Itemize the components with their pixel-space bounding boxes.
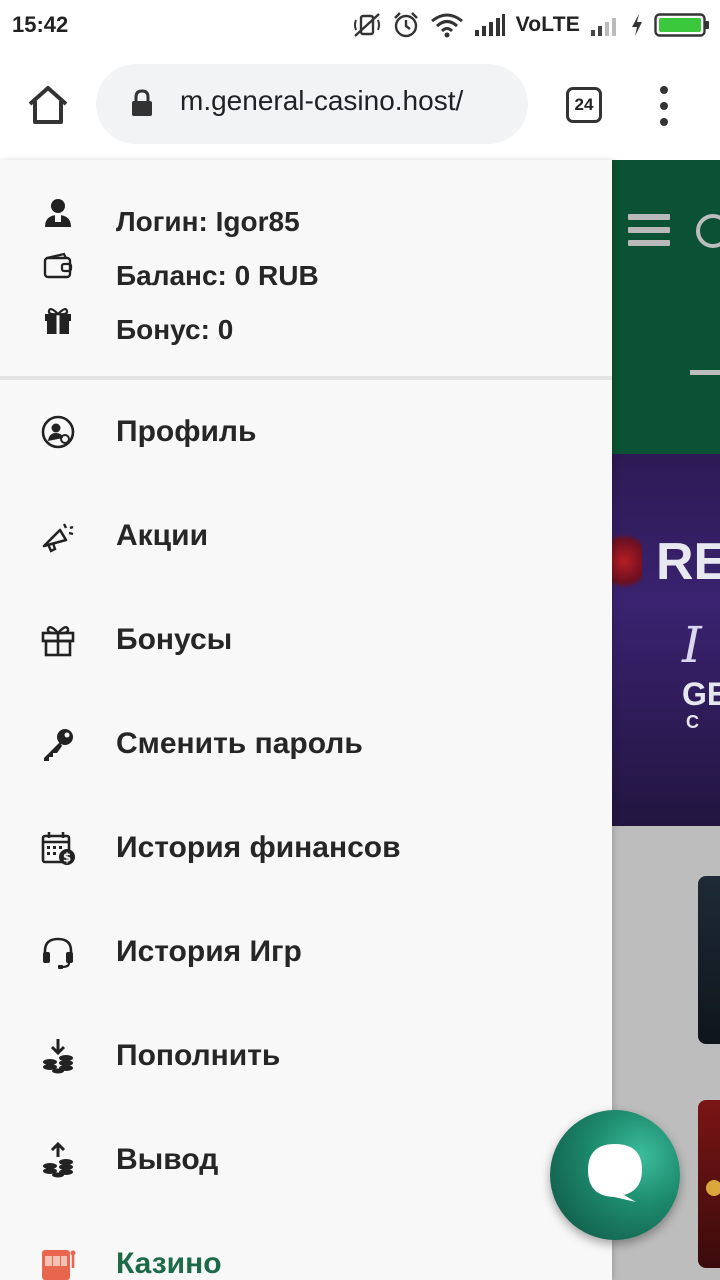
menu-label: Профиль: [116, 415, 257, 448]
signal-weak-icon: [591, 18, 616, 36]
menu-label: Вывод: [116, 1143, 219, 1176]
battery-icon: [654, 13, 709, 37]
charging-icon: [632, 14, 642, 36]
status-time: 15:42: [12, 12, 69, 37]
coins-withdraw-icon: [43, 1142, 73, 1178]
menu-label: История Игр: [116, 935, 302, 968]
site-header: [612, 160, 720, 454]
menu-item-promotions[interactable]: Акции: [0, 484, 612, 588]
tabs-button[interactable]: 24: [566, 87, 602, 123]
home-button[interactable]: [22, 80, 74, 132]
profile-icon: [41, 415, 75, 449]
menu-label: Пополнить: [116, 1039, 281, 1072]
banner-text: RE: [656, 533, 720, 591]
menu-item-withdraw[interactable]: Вывод: [0, 1108, 612, 1212]
account-balance: Баланс: 0 RUB: [0, 240, 612, 294]
menu-item-deposit[interactable]: Пополнить: [0, 1004, 612, 1108]
search-icon[interactable]: [696, 214, 720, 248]
more-icon: [660, 86, 668, 126]
menu-label: Сменить пароль: [116, 727, 363, 760]
banner-logo-subtext: C: [686, 712, 699, 732]
balance-label: Баланс: 0 RUB: [116, 260, 319, 291]
account-bonus: Бонус: 0: [0, 294, 612, 348]
game-card[interactable]: [698, 1100, 720, 1268]
address-bar[interactable]: m.general-casino.host/: [96, 64, 528, 144]
home-icon: [28, 86, 68, 124]
signal-icon: [474, 14, 505, 36]
menu-label: Акции: [116, 519, 209, 552]
wifi-icon: [430, 13, 463, 38]
account-login: Логин: Igor85: [0, 186, 612, 240]
menu-item-change-password[interactable]: Сменить пароль: [0, 692, 612, 796]
login-label: Логин: Igor85: [116, 206, 300, 237]
menu-item-finance-history[interactable]: $ История финансов: [0, 796, 612, 900]
promo-banner[interactable]: RE I GE C: [612, 454, 720, 826]
wallet-icon: [43, 252, 73, 279]
menu-item-casino[interactable]: Казино: [0, 1212, 612, 1280]
menu-item-profile[interactable]: Профиль: [0, 380, 612, 484]
user-icon: [45, 199, 71, 227]
banner-logo-text: GE: [682, 676, 720, 712]
coins-deposit-icon: [43, 1039, 73, 1074]
slot-machine-icon: [42, 1250, 76, 1280]
chat-button[interactable]: [550, 1110, 680, 1240]
headset-icon: [43, 937, 73, 969]
mute-icon: [353, 13, 380, 37]
megaphone-icon: [42, 523, 74, 553]
alarm-icon: [393, 12, 418, 38]
header-underline: [690, 370, 720, 375]
gift-outline-icon: [41, 626, 75, 657]
more-menu-button[interactable]: [652, 84, 676, 128]
key-icon: [44, 729, 73, 761]
svg-text:$: $: [63, 851, 71, 865]
browser-toolbar: m.general-casino.host/ 24: [0, 50, 720, 160]
gift-icon: [45, 307, 71, 334]
navigation-drawer: Логин: Igor85 Баланс: 0 RUB Бонус: 0 Про…: [0, 160, 612, 1280]
tab-count: 24: [574, 95, 594, 114]
calendar-money-icon: $: [41, 832, 75, 865]
menu-item-game-history[interactable]: История Игр: [0, 900, 612, 1004]
status-icons: VoLTE: [352, 10, 710, 40]
url-text[interactable]: m.general-casino.host/: [180, 85, 463, 117]
game-card[interactable]: [698, 876, 720, 1044]
banner-script-text: I: [682, 616, 702, 674]
menu-label: Казино: [116, 1247, 222, 1280]
menu-label: Бонусы: [116, 623, 233, 656]
chat-icon: [588, 1144, 642, 1202]
bonus-label: Бонус: 0: [116, 314, 234, 345]
menu-label: История финансов: [116, 831, 401, 864]
dragon-graphic: [612, 526, 642, 596]
status-bar: 15:42 VoLTE: [0, 0, 720, 50]
network-type: VoLTE: [515, 13, 580, 36]
burger-menu-icon[interactable]: [628, 214, 670, 250]
lock-icon: [132, 89, 152, 116]
menu-item-bonuses[interactable]: Бонусы: [0, 588, 612, 692]
